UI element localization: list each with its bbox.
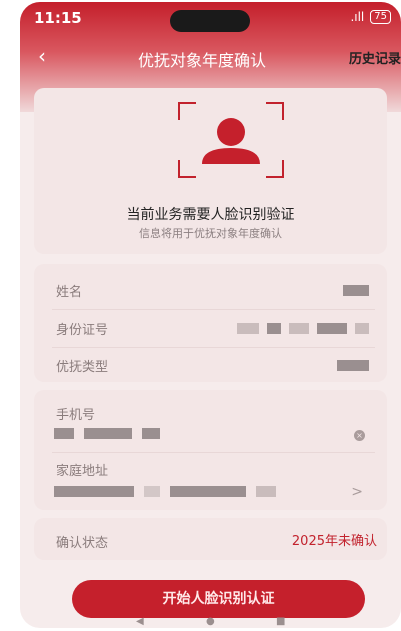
status-icons: .ıll 75 [350, 10, 391, 24]
nav-back-icon[interactable]: ◀ [136, 616, 144, 627]
id-row: 身份证号 [56, 308, 369, 348]
battery-icon: 75 [370, 10, 391, 24]
history-link[interactable]: 历史记录 [349, 48, 401, 67]
contact-card: 手机号 × 家庭地址 > [34, 390, 387, 510]
nav-recent-icon[interactable]: ■ [276, 616, 285, 627]
face-frame [178, 102, 284, 178]
id-label: 身份证号 [56, 322, 109, 338]
phone-input[interactable] [54, 428, 160, 439]
type-value-redacted [337, 359, 369, 371]
chevron-right-icon[interactable]: > [351, 484, 363, 500]
face-avatar-icon [202, 118, 260, 164]
page-title: 优抚对象年度确认 [138, 51, 267, 70]
phone-screen: 11:15 .ıll 75 ‹ 优抚对象年度确认 历史记录 当前业务需要人脸识别… [20, 2, 401, 628]
type-row: 优抚类型 [56, 345, 369, 385]
system-nav-bar: ◀ ● ■ [20, 614, 401, 628]
signal-icon: .ıll [350, 10, 365, 24]
personal-info-card: 姓名 身份证号 优抚类型 [34, 264, 387, 382]
type-label: 优抚类型 [56, 359, 109, 375]
address-select[interactable] [54, 486, 276, 497]
clear-icon[interactable]: × [354, 430, 365, 441]
id-value-redacted [237, 322, 369, 334]
status-time: 11:15 [34, 9, 82, 27]
status-value: 2025年未确认 [291, 534, 377, 549]
back-button[interactable]: ‹ [38, 44, 46, 68]
camera-notch [170, 10, 250, 32]
confirm-status-card: 确认状态 2025年未确认 [34, 518, 387, 560]
face-verification-card: 当前业务需要人脸识别验证 信息将用于优抚对象年度确认 [34, 88, 387, 254]
name-row: 姓名 [56, 270, 369, 310]
start-face-verification-button[interactable]: 开始人脸识别认证 [72, 580, 365, 618]
status-label: 确认状态 [56, 536, 109, 551]
nav-bar: ‹ 优抚对象年度确认 历史记录 [20, 38, 401, 74]
face-subtitle: 信息将用于优抚对象年度确认 [139, 227, 282, 240]
phone-label: 手机号 [56, 408, 96, 423]
nav-home-icon[interactable]: ● [206, 616, 215, 627]
face-title: 当前业务需要人脸识别验证 [126, 207, 295, 223]
address-label: 家庭地址 [56, 464, 109, 479]
status-bar: 11:15 .ıll 75 [20, 2, 401, 32]
name-value-redacted [343, 284, 369, 296]
name-label: 姓名 [56, 284, 83, 300]
